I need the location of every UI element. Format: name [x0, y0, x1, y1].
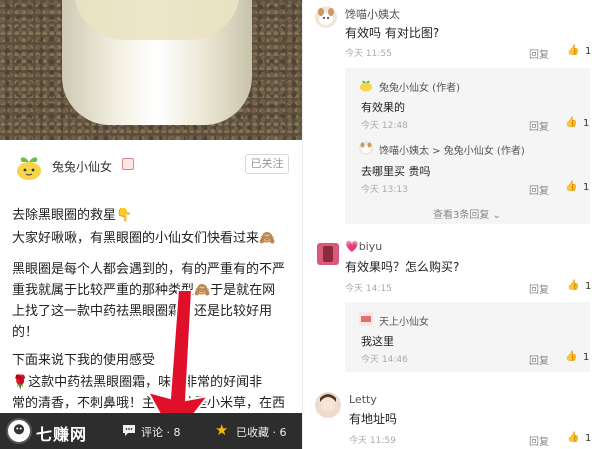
- reply-button[interactable]: 回复: [529, 182, 549, 197]
- reply-author-name[interactable]: 天上小仙女: [379, 313, 429, 328]
- thumbs-up-icon[interactable]: 👍: [565, 181, 577, 192]
- comment-count[interactable]: 评论 · 8: [141, 424, 181, 440]
- brand-watermark: 七赚网: [36, 425, 88, 444]
- like-count: 1: [583, 352, 590, 363]
- thumbs-up-icon[interactable]: 👍: [565, 351, 577, 362]
- post-paragraph-2-line: 黑眼圈是每个人都会遇到的，有的严重有的不严: [12, 262, 286, 277]
- post-title: 去除黑眼圈的救星👇: [12, 208, 133, 223]
- thumbs-up-icon[interactable]: 👍: [567, 280, 579, 291]
- reply-button[interactable]: 回复: [529, 433, 549, 448]
- view-more-replies-link[interactable]: 查看3条回复 ⌄: [433, 206, 501, 221]
- thumbs-up-icon[interactable]: 👍: [567, 45, 579, 56]
- author-badge-icon: [122, 158, 134, 170]
- comment-time: 今天 14:15: [345, 284, 392, 294]
- user-avatar[interactable]: [315, 392, 341, 418]
- user-avatar[interactable]: [359, 312, 373, 326]
- user-avatar[interactable]: [317, 243, 339, 265]
- like-count: 1: [585, 46, 592, 57]
- thumbs-up-icon[interactable]: 👍: [567, 432, 579, 443]
- comment-time: 今天 11:55: [345, 49, 392, 59]
- user-avatar[interactable]: [359, 141, 373, 155]
- post-paragraph-1: 大家好啾啾，有黑眼圈的小仙女们快看过来🙈: [12, 231, 276, 246]
- reply-time: 今天 12:48: [361, 121, 408, 131]
- reply-time: 今天 14:46: [361, 355, 408, 365]
- like-count: 1: [585, 433, 592, 444]
- comment-text: 有地址吗: [349, 412, 398, 426]
- star-icon[interactable]: ★: [215, 422, 228, 438]
- reply-thread: 天上小仙女 我这里 今天 14:46 回复 👍 1: [345, 302, 590, 372]
- post-bottom-bar: 七赚网 评论 · 8 ★ 已收藏 · 6: [0, 413, 302, 449]
- post-panel: 兔兔小仙女 已关注 去除黑眼圈的救星👇 大家好啾啾，有黑眼圈的小仙女们快看过来🙈…: [0, 0, 302, 449]
- reply-button[interactable]: 回复: [529, 118, 549, 133]
- author-name[interactable]: 兔兔小仙女: [52, 158, 112, 175]
- reply-time: 今天 13:13: [361, 185, 408, 195]
- user-avatar[interactable]: [315, 6, 337, 28]
- comment-text: 有效吗 有对比图?: [345, 26, 440, 40]
- comments-panel: 馋喵小姨太 有效吗 有对比图? 今天 11:55 回复 👍 1 兔兔小仙女 (作…: [302, 0, 599, 449]
- post-hero-image[interactable]: [0, 0, 302, 140]
- reply-button[interactable]: 回复: [529, 281, 549, 296]
- reply-thread: 兔兔小仙女 (作者) 有效果的 今天 12:48 回复 👍 1 馋喵小姨太 > …: [345, 68, 590, 224]
- reply-text: 有效果的: [361, 101, 405, 114]
- commenter-name[interactable]: 馋喵小姨太: [345, 6, 400, 22]
- reply-text: 去哪里买 贵吗: [361, 165, 431, 178]
- thumbs-up-icon[interactable]: 👍: [565, 117, 577, 128]
- reply-button[interactable]: 回复: [529, 352, 549, 367]
- sprout-avatar-icon[interactable]: [14, 152, 44, 180]
- sprout-avatar-icon[interactable]: [359, 78, 373, 92]
- reply-author-name[interactable]: 馋喵小姨太 > 兔兔小仙女 (作者): [379, 142, 525, 157]
- commenter-name[interactable]: 💗biyu: [345, 240, 382, 253]
- like-count: 1: [583, 182, 590, 193]
- reply-text: 我这里: [361, 335, 394, 348]
- comment-time: 今天 11:59: [349, 436, 396, 446]
- brand-logo-icon: [6, 418, 32, 444]
- comment-icon[interactable]: [122, 424, 136, 437]
- favorite-count[interactable]: 已收藏 · 6: [236, 424, 287, 440]
- reply-author-name[interactable]: 兔兔小仙女 (作者): [379, 79, 460, 94]
- reply-button[interactable]: 回复: [529, 46, 549, 61]
- like-count: 1: [583, 118, 590, 129]
- author-row: 兔兔小仙女 已关注: [0, 148, 302, 182]
- like-count: 1: [585, 281, 592, 292]
- comment-text: 有效果吗？怎么购买?: [345, 260, 460, 274]
- follow-button[interactable]: 已关注: [245, 154, 289, 174]
- commenter-name[interactable]: Letty: [349, 393, 377, 406]
